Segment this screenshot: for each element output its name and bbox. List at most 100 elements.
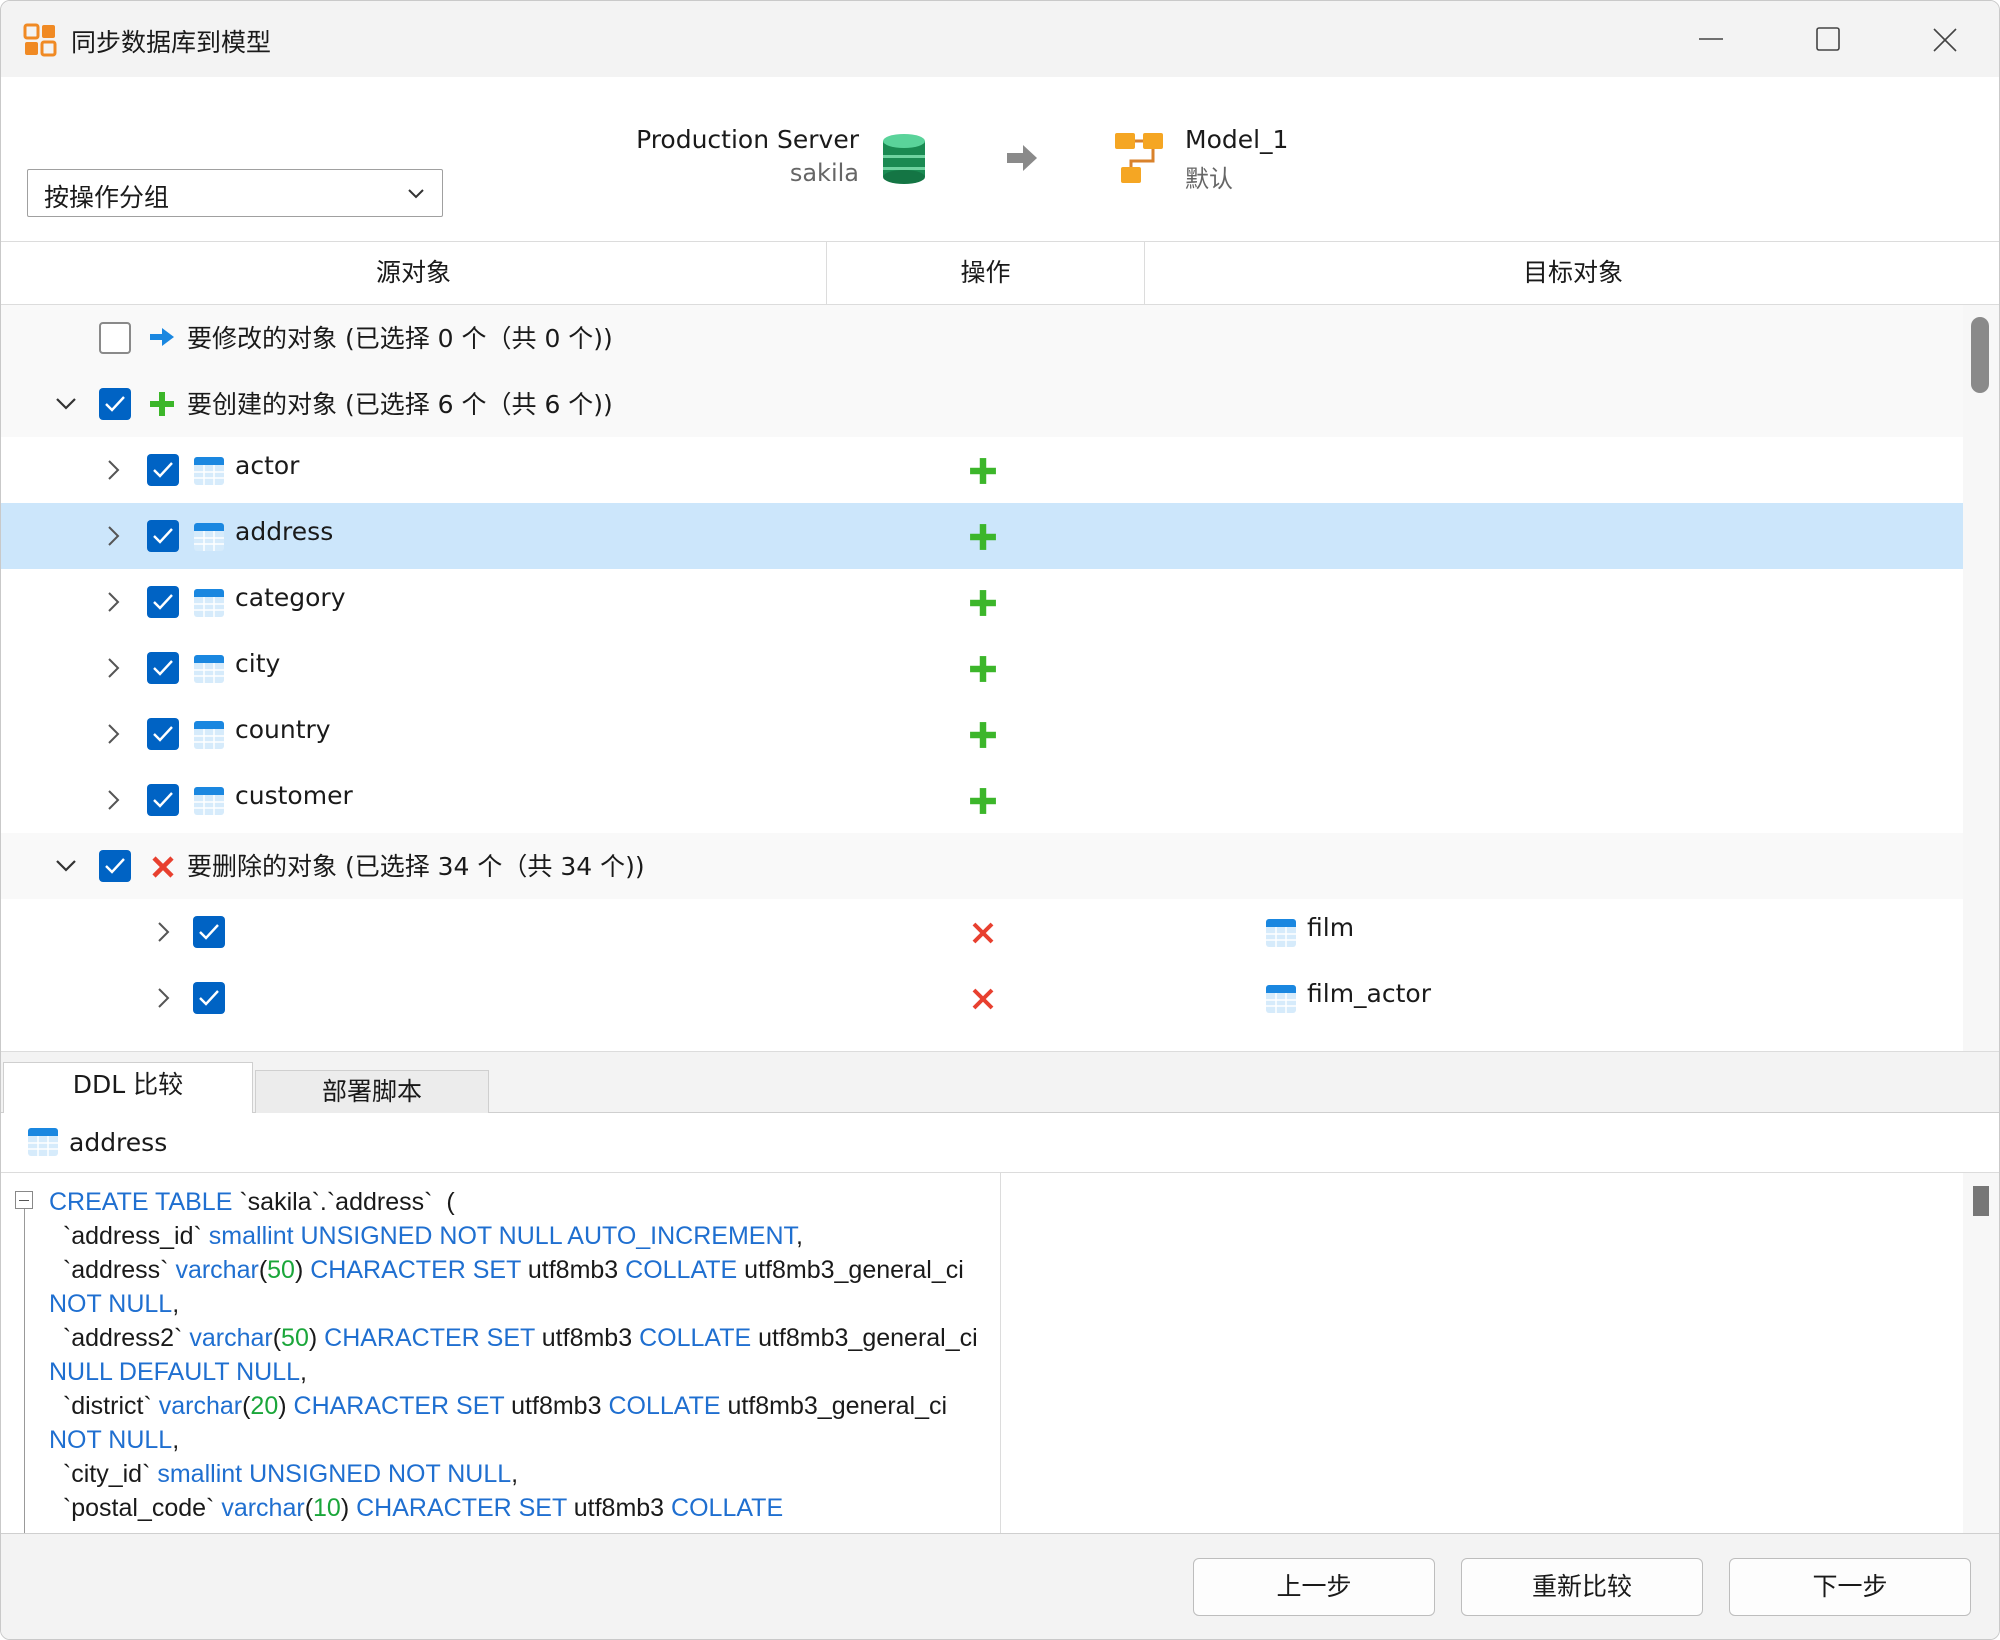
ddl-code-line: `address` varchar(50) CHARACTER SET utf8…	[49, 1256, 964, 1284]
group-delete-checkbox[interactable]	[99, 850, 131, 882]
delete-operation-x-icon	[972, 922, 994, 944]
table-icon	[194, 787, 224, 815]
ddl-code-line: NOT NULL,	[49, 1290, 180, 1318]
model-icon	[1115, 133, 1163, 183]
tab-ddl-compare[interactable]: DDL 比较	[3, 1062, 253, 1115]
prev-button[interactable]: 上一步	[1193, 1558, 1435, 1616]
target-object-name: film	[1307, 913, 1355, 942]
group-delete-label: 要删除的对象 (已选择 34 个（共 34 个))	[187, 852, 645, 881]
group-modify-label: 要修改的对象 (已选择 0 个（共 0 个))	[187, 324, 613, 353]
target-model-name: Model_1	[1185, 125, 1289, 154]
ddl-code-line: NULL DEFAULT NULL,	[49, 1358, 307, 1386]
ddl-code-line: CREATE TABLE `sakila`.`address` (	[49, 1188, 455, 1216]
checkmark-icon	[153, 726, 173, 742]
table-icon	[194, 589, 224, 617]
ddl-code-block: CREATE TABLE `sakila`.`address` ( `addre…	[49, 1185, 978, 1525]
column-source-header[interactable]: 源对象	[1, 242, 827, 304]
tab-deploy-script[interactable]: 部署脚本	[255, 1070, 489, 1114]
tree-scrollbar-thumb[interactable]	[1971, 317, 1989, 393]
source-database-name: sakila	[789, 159, 859, 187]
tree-scrollbar[interactable]	[1963, 305, 1999, 1051]
table-icon	[1266, 919, 1296, 947]
maximize-button[interactable]	[1787, 15, 1867, 65]
source-connection-name: Production Server	[636, 125, 859, 154]
tree-row-create-city[interactable]: city	[1, 635, 1963, 701]
next-button[interactable]: 下一步	[1729, 1558, 1971, 1616]
table-icon	[194, 457, 224, 485]
chevron-right-icon[interactable]	[107, 723, 121, 745]
column-header: 源对象 操作 目标对象	[1, 241, 1999, 305]
tree-row-delete-film-actor[interactable]: film_actor	[1, 965, 1963, 1031]
group-row-create[interactable]: 要创建的对象 (已选择 6 个（共 6 个))	[1, 371, 1963, 437]
target-schema-name: 默认	[1185, 165, 1233, 193]
item-checkbox[interactable]	[147, 784, 179, 816]
collapse-code-icon[interactable]	[15, 1191, 33, 1209]
dialog-footer: 上一步 重新比较 下一步	[1, 1533, 1999, 1639]
create-operation-plus-icon	[970, 590, 996, 616]
source-object-name: customer	[235, 781, 353, 810]
fold-guide-line	[24, 1209, 25, 1533]
window-title: 同步数据库到模型	[71, 28, 272, 57]
group-modify-checkbox[interactable]	[99, 322, 131, 354]
chevron-right-icon[interactable]	[107, 789, 121, 811]
ddl-scrollbar[interactable]	[1963, 1173, 1999, 1533]
item-checkbox[interactable]	[147, 586, 179, 618]
source-object-name: city	[235, 649, 281, 678]
chevron-right-icon[interactable]	[107, 525, 121, 547]
column-target-header[interactable]: 目标对象	[1145, 242, 1999, 304]
item-checkbox[interactable]	[147, 652, 179, 684]
ddl-scrollbar-thumb[interactable]	[1973, 1186, 1989, 1216]
chevron-right-icon[interactable]	[107, 657, 121, 679]
create-operation-plus-icon	[970, 788, 996, 814]
target-object-name: film_actor	[1307, 979, 1431, 1008]
chevron-down-icon[interactable]	[55, 397, 77, 411]
chevron-right-icon[interactable]	[107, 459, 121, 481]
chevron-down-icon[interactable]	[55, 859, 77, 873]
tree-row-create-category[interactable]: category	[1, 569, 1963, 635]
chevron-right-icon[interactable]	[107, 591, 121, 613]
ddl-code-line: `postal_code` varchar(10) CHARACTER SET …	[49, 1494, 784, 1522]
checkmark-icon	[105, 858, 125, 874]
checkmark-icon	[105, 396, 125, 412]
tree-row-create-country[interactable]: country	[1, 701, 1963, 767]
ddl-target-pane[interactable]	[1002, 1173, 1999, 1533]
tree-row-create-actor[interactable]: actor	[1, 437, 1963, 503]
x-icon	[152, 856, 174, 878]
source-object-name: actor	[235, 451, 300, 480]
group-create-checkbox[interactable]	[99, 388, 131, 420]
group-row-modify[interactable]: 要修改的对象 (已选择 0 个（共 0 个))	[1, 305, 1963, 371]
checkmark-icon	[153, 528, 173, 544]
group-row-delete[interactable]: 要删除的对象 (已选择 34 个（共 34 个))	[1, 833, 1963, 899]
item-checkbox[interactable]	[193, 982, 225, 1014]
ddl-code-line: `address2` varchar(50) CHARACTER SET utf…	[49, 1324, 978, 1352]
item-checkbox[interactable]	[147, 718, 179, 750]
title-bar: 同步数据库到模型	[1, 1, 1999, 77]
ddl-code-line: `city_id` smallint UNSIGNED NOT NULL,	[49, 1460, 519, 1488]
create-operation-plus-icon	[970, 458, 996, 484]
item-checkbox[interactable]	[193, 916, 225, 948]
chevron-down-icon	[408, 189, 424, 199]
chevron-right-icon[interactable]	[157, 921, 171, 943]
create-operation-plus-icon	[970, 656, 996, 682]
chevron-right-icon[interactable]	[157, 987, 171, 1009]
table-icon	[194, 655, 224, 683]
checkmark-icon	[153, 792, 173, 808]
ddl-object-name: address	[69, 1128, 168, 1157]
tree-row-create-customer[interactable]: customer	[1, 767, 1963, 833]
checkmark-icon	[153, 660, 173, 676]
item-checkbox[interactable]	[147, 520, 179, 552]
recompare-button[interactable]: 重新比较	[1461, 1558, 1703, 1616]
table-icon	[194, 721, 224, 749]
source-object-name: address	[235, 517, 334, 546]
group-by-select[interactable]: 按操作分组	[27, 169, 443, 217]
table-icon	[28, 1128, 58, 1156]
column-operation-header[interactable]: 操作	[827, 242, 1145, 304]
tree-row-delete-film[interactable]: film	[1, 899, 1963, 965]
object-tree: 要修改的对象 (已选择 0 个（共 0 个)) 要创建的对象 (已选择 6 个（…	[1, 305, 1963, 1051]
minimize-button[interactable]	[1671, 15, 1751, 65]
item-checkbox[interactable]	[147, 454, 179, 486]
tree-row-create-address[interactable]: address	[1, 503, 1963, 569]
close-button[interactable]	[1905, 15, 1985, 65]
checkmark-icon	[199, 924, 219, 940]
sync-direction-arrow-icon	[1007, 145, 1037, 171]
